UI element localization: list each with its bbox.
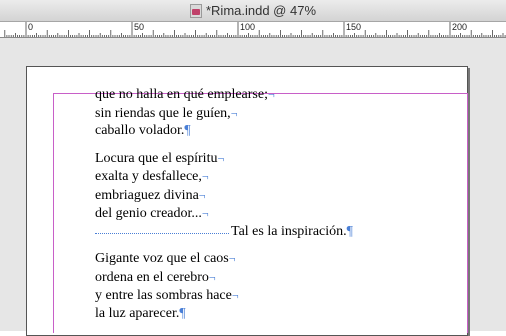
text-line[interactable]: exalta y desfallece,¬ — [95, 167, 395, 186]
text-line[interactable]: la luz aparecer.¶ — [95, 305, 395, 324]
text-line[interactable]: Gigante voz que el caos¬ — [95, 249, 395, 268]
horizontal-ruler[interactable]: 0 50 100 150 200 — [0, 22, 506, 38]
text-line[interactable]: caballo volador.¶ — [95, 122, 395, 141]
tab-leader-line[interactable]: Tal es la inspiración. ¶ — [95, 223, 395, 242]
text-frame[interactable]: que no halla en qué emplearse;¬ sin rien… — [95, 85, 395, 323]
ruler-label-100: 100 — [240, 22, 256, 32]
line-text: sin riendas que le guíen, — [95, 105, 231, 121]
document-page[interactable]: que no halla en qué emplearse;¬ sin rien… — [26, 66, 468, 336]
text-line[interactable]: ordena en el cerebro¬ — [95, 268, 395, 287]
ruler-label-200: 200 — [452, 22, 468, 32]
text-line[interactable]: embriaguez divina¬ — [95, 186, 395, 205]
line-break-mark: ¬ — [231, 288, 239, 302]
line-break-mark: ¬ — [208, 269, 216, 284]
ruler-label-50: 50 — [134, 22, 145, 32]
ruler-label-150: 150 — [346, 22, 362, 32]
window-title: *Rima.indd @ 47% — [205, 3, 317, 18]
text-line[interactable]: y entre las sombras hace¬ — [95, 286, 395, 305]
line-break-mark: ¬ — [198, 187, 206, 202]
line-text: Gigante voz que el caos — [95, 251, 229, 266]
text-line[interactable]: del genio creador...¬ — [95, 204, 395, 223]
pasteboard[interactable]: que no halla en qué emplearse;¬ sin rien… — [0, 38, 506, 336]
paragraph-mark: ¶ — [346, 223, 353, 239]
line-text: que no halla en qué emplearse; — [95, 87, 268, 102]
indesign-document-icon — [189, 3, 202, 18]
line-text: del genio creador... — [95, 206, 202, 221]
line-text: y entre las sombras hace — [95, 288, 232, 303]
line-break-mark: ¬ — [201, 169, 209, 183]
line-text: embriaguez divina — [95, 187, 199, 203]
paragraph-mark: ¶ — [179, 305, 186, 321]
paragraph-space — [95, 141, 395, 149]
ruler-label-0: 0 — [28, 22, 34, 32]
line-text: exalta y desfallece, — [95, 169, 202, 184]
tab-leader — [95, 233, 229, 235]
line-break-mark: ¬ — [267, 87, 275, 101]
text-line[interactable]: sin riendas que le guíen,¬ — [95, 104, 395, 123]
line-break-mark: ¬ — [228, 251, 236, 265]
text-line[interactable]: Locura que el espíritu¬ — [95, 149, 395, 168]
line-text: Locura que el espíritu — [95, 150, 218, 166]
line-text: la luz aparecer. — [95, 305, 180, 321]
line-text: Tal es la inspiración. — [231, 223, 347, 239]
line-break-mark: ¬ — [217, 150, 225, 165]
paragraph-space — [95, 241, 395, 249]
line-break-mark: ¬ — [201, 206, 209, 220]
line-text: caballo volador. — [95, 123, 185, 138]
text-line[interactable]: que no halla en qué emplearse;¬ — [95, 85, 395, 104]
line-text: ordena en el cerebro — [95, 269, 209, 285]
window-titlebar[interactable]: *Rima.indd @ 47% — [0, 0, 506, 22]
paragraph-mark: ¶ — [184, 123, 191, 138]
line-break-mark: ¬ — [230, 105, 238, 120]
